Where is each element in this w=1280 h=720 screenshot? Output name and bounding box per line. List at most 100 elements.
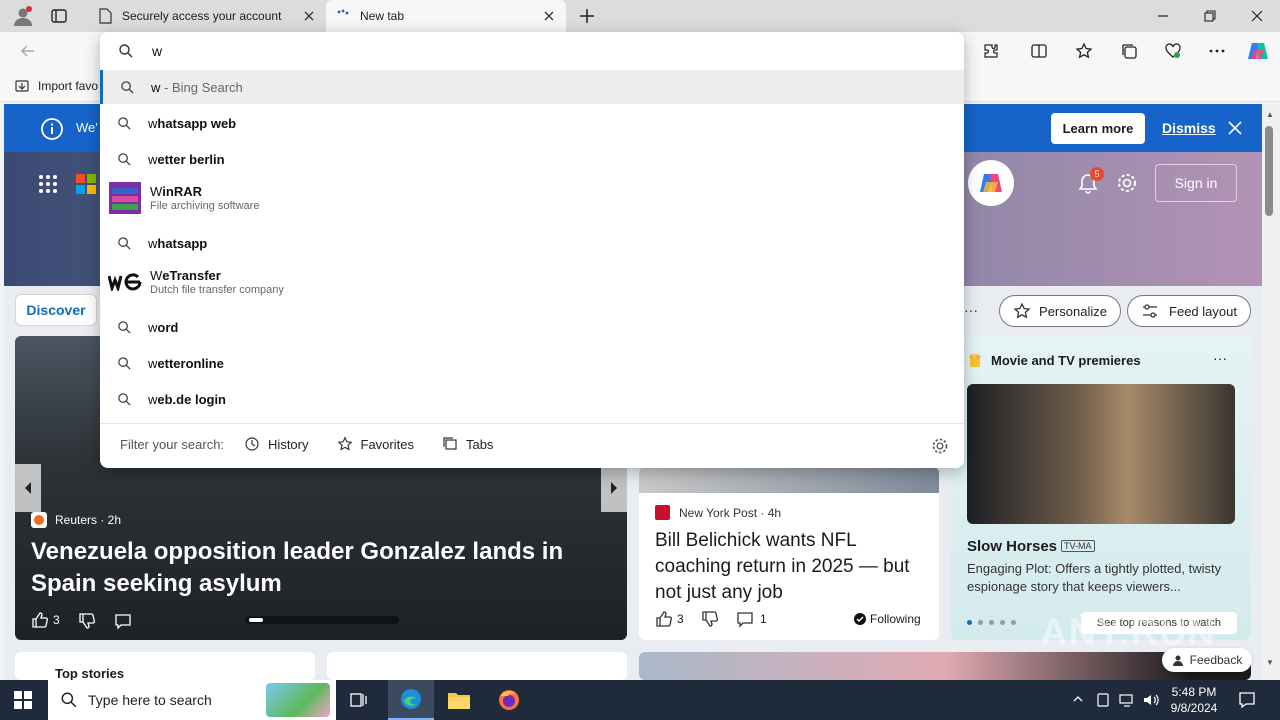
import-favorites-label: Import favo — [38, 79, 99, 93]
import-icon — [15, 80, 29, 92]
personalize-label: Personalize — [1039, 303, 1107, 319]
suggestion-item[interactable]: whatsapp — [100, 226, 964, 260]
like-button[interactable]: 3 — [655, 610, 684, 628]
task-view-icon[interactable] — [350, 691, 368, 709]
close-banner-icon[interactable] — [1227, 120, 1243, 136]
volume-icon[interactable] — [1142, 692, 1160, 708]
story-headline[interactable]: Bill Belichick wants NFL coaching return… — [655, 528, 927, 606]
device-icon[interactable] — [1095, 692, 1111, 708]
wetransfer-icon — [100, 273, 150, 291]
movie-premieres-card[interactable]: Movie and TV premieres ··· Slow Horses T… — [951, 336, 1251, 640]
dismiss-link[interactable]: Dismiss — [1162, 120, 1216, 136]
like-button[interactable]: 3 — [31, 611, 60, 629]
feed-layout-button[interactable]: Feed layout — [1127, 295, 1251, 327]
copilot-icon[interactable] — [968, 160, 1014, 206]
banner-text: We' — [76, 120, 98, 135]
search-icon — [100, 43, 152, 59]
comment-button[interactable]: 1 — [736, 610, 767, 628]
filter-favorites-button[interactable]: Favorites — [336, 436, 414, 452]
filter-history-button[interactable]: History — [244, 436, 309, 452]
tab-discover[interactable]: Discover — [15, 294, 97, 326]
suggestion-item[interactable]: web.de login — [100, 382, 964, 416]
carousel-next-button[interactable] — [601, 464, 627, 512]
back-arrow-icon[interactable] — [13, 36, 43, 66]
import-favorites-button[interactable]: Import favo — [14, 78, 98, 94]
thumbs-down-icon[interactable] — [78, 612, 96, 630]
network-icon[interactable] — [1118, 692, 1136, 708]
browser-essentials-icon[interactable] — [1158, 36, 1188, 66]
search-icon — [100, 116, 148, 131]
windows-start-icon[interactable] — [14, 691, 32, 709]
tab-new-tab[interactable]: New tab — [326, 0, 566, 32]
personalize-button[interactable]: Personalize — [999, 295, 1121, 327]
close-tab-icon[interactable] — [542, 9, 556, 23]
sliders-icon — [1143, 304, 1158, 318]
search-icon — [61, 692, 77, 708]
suggestion-text: wetter berlin — [148, 151, 225, 167]
comment-icon — [737, 612, 753, 628]
edge-taskbar-icon[interactable] — [388, 680, 434, 720]
notification-center-icon[interactable] — [1238, 691, 1256, 709]
suggestion-subtitle: File archiving software — [150, 200, 260, 212]
comment-icon[interactable] — [114, 612, 132, 630]
taskbar-search-box[interactable]: Type here to search — [48, 680, 336, 720]
collections-icon[interactable] — [1114, 36, 1144, 66]
story-card-wide[interactable] — [639, 652, 1251, 680]
following-button[interactable]: Following — [854, 612, 921, 626]
extensions-icon[interactable] — [976, 36, 1006, 66]
close-window-icon[interactable] — [1250, 9, 1264, 23]
split-screen-icon[interactable] — [1024, 36, 1054, 66]
more-options-icon[interactable]: ··· — [964, 302, 978, 318]
reuters-logo-icon — [31, 512, 47, 528]
copilot-sidebar-icon[interactable] — [1243, 36, 1273, 66]
address-input[interactable]: w — [152, 43, 162, 59]
tabs-icon — [443, 437, 457, 450]
story-headline[interactable]: Venezuela opposition leader Gonzalez lan… — [31, 536, 621, 600]
apps-grid-icon[interactable] — [38, 174, 58, 194]
star-edit-icon — [1013, 302, 1031, 319]
card-title: Movie and TV premieres — [991, 353, 1141, 368]
firefox-icon[interactable] — [497, 688, 521, 712]
restore-icon[interactable] — [1203, 9, 1217, 23]
more-options-icon[interactable]: ··· — [1213, 350, 1227, 366]
tab-title: Securely access your account — [122, 9, 282, 23]
file-explorer-icon[interactable] — [447, 689, 471, 711]
suggestion-item[interactable]: word — [100, 310, 964, 344]
page-scrollbar[interactable]: ▲ ▼ — [1262, 104, 1280, 680]
sign-in-button[interactable]: Sign in — [1155, 164, 1237, 202]
clock[interactable]: 5:48 PM 9/8/2024 — [1166, 684, 1222, 716]
tray-expand-icon[interactable] — [1072, 693, 1084, 705]
minimize-icon[interactable] — [1156, 9, 1170, 23]
show-title[interactable]: Slow Horses — [967, 538, 1057, 555]
like-count: 3 — [53, 613, 60, 627]
close-tab-icon[interactable] — [302, 9, 316, 23]
filter-tabs-button[interactable]: Tabs — [442, 436, 493, 452]
search-settings-gear-icon[interactable] — [931, 437, 949, 455]
more-menu-icon[interactable] — [1202, 36, 1232, 66]
address-bar[interactable]: w — [100, 32, 964, 70]
suggestion-item[interactable]: wetter berlin — [100, 142, 964, 176]
settings-gear-icon[interactable] — [1116, 172, 1138, 194]
story-source: Reuters · 2h — [55, 513, 122, 527]
feedback-icon — [1172, 655, 1183, 666]
suggestion-item[interactable]: w - Bing Search — [100, 70, 964, 104]
profile-avatar-icon[interactable] — [12, 5, 34, 27]
show-poster-image[interactable] — [967, 384, 1235, 524]
loading-icon — [337, 9, 349, 15]
story-card-bottom[interactable] — [327, 652, 627, 680]
search-icon — [100, 320, 148, 335]
suggestion-item[interactable]: WinRAR File archiving software — [100, 178, 964, 218]
suggestion-item[interactable]: WeTransfer Dutch file transfer company — [100, 262, 964, 302]
tab-securely-access[interactable]: Securely access your account — [88, 0, 326, 32]
thumbs-down-icon[interactable] — [701, 610, 719, 628]
favorites-star-icon[interactable] — [1069, 36, 1099, 66]
scrollbar-thumb[interactable] — [1265, 126, 1273, 216]
new-tab-icon[interactable] — [578, 7, 596, 25]
carousel-prev-button[interactable] — [15, 464, 41, 512]
suggestion-item[interactable]: wetteronline — [100, 346, 964, 380]
top-stories-title: Top stories — [55, 666, 125, 680]
tab-actions-icon[interactable] — [50, 7, 68, 25]
story-card-nypost[interactable]: New York Post · 4h Bill Belichick wants … — [639, 467, 939, 640]
learn-more-button[interactable]: Learn more — [1051, 113, 1145, 144]
suggestion-item[interactable]: whatsapp web — [100, 106, 964, 140]
